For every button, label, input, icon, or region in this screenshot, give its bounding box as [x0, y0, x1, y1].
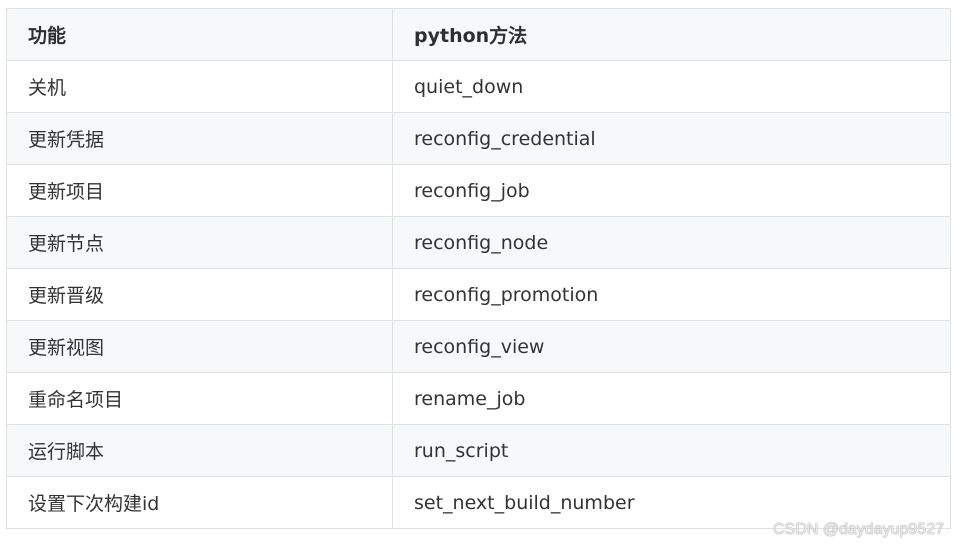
table-row: 运行脚本 run_script: [6, 424, 951, 477]
method-cell: reconfig_job: [392, 164, 951, 217]
function-method-table: 功能 python方法 关机 quiet_down 更新凭据 reconfig_…: [6, 8, 951, 529]
method-cell: rename_job: [392, 372, 951, 425]
function-cell: 更新晋级: [6, 268, 393, 321]
function-cell: 更新凭据: [6, 112, 393, 165]
method-cell: reconfig_view: [392, 320, 951, 373]
table-body: 关机 quiet_down 更新凭据 reconfig_credential 更…: [6, 60, 951, 529]
header-function: 功能: [6, 8, 393, 61]
method-cell: reconfig_node: [392, 216, 951, 269]
table-row: 更新项目 reconfig_job: [6, 164, 951, 217]
table-header-row: 功能 python方法: [6, 8, 951, 61]
method-cell: reconfig_credential: [392, 112, 951, 165]
function-cell: 关机: [6, 60, 393, 113]
table-row: 更新节点 reconfig_node: [6, 216, 951, 269]
function-cell: 运行脚本: [6, 424, 393, 477]
function-cell: 设置下次构建id: [6, 476, 393, 529]
function-cell: 更新节点: [6, 216, 393, 269]
csdn-watermark: CSDN @daydayup9527: [772, 521, 944, 538]
table-row: 重命名项目 rename_job: [6, 372, 951, 425]
table-row: 关机 quiet_down: [6, 60, 951, 113]
page: 功能 python方法 关机 quiet_down 更新凭据 reconfig_…: [0, 0, 958, 549]
function-cell: 更新项目: [6, 164, 393, 217]
header-python-method: python方法: [392, 8, 951, 61]
table-row: 更新视图 reconfig_view: [6, 320, 951, 373]
method-cell: reconfig_promotion: [392, 268, 951, 321]
method-cell: run_script: [392, 424, 951, 477]
method-cell: quiet_down: [392, 60, 951, 113]
table-row: 更新凭据 reconfig_credential: [6, 112, 951, 165]
table-row: 更新晋级 reconfig_promotion: [6, 268, 951, 321]
table-header: 功能 python方法: [6, 8, 951, 61]
function-cell: 更新视图: [6, 320, 393, 373]
function-cell: 重命名项目: [6, 372, 393, 425]
